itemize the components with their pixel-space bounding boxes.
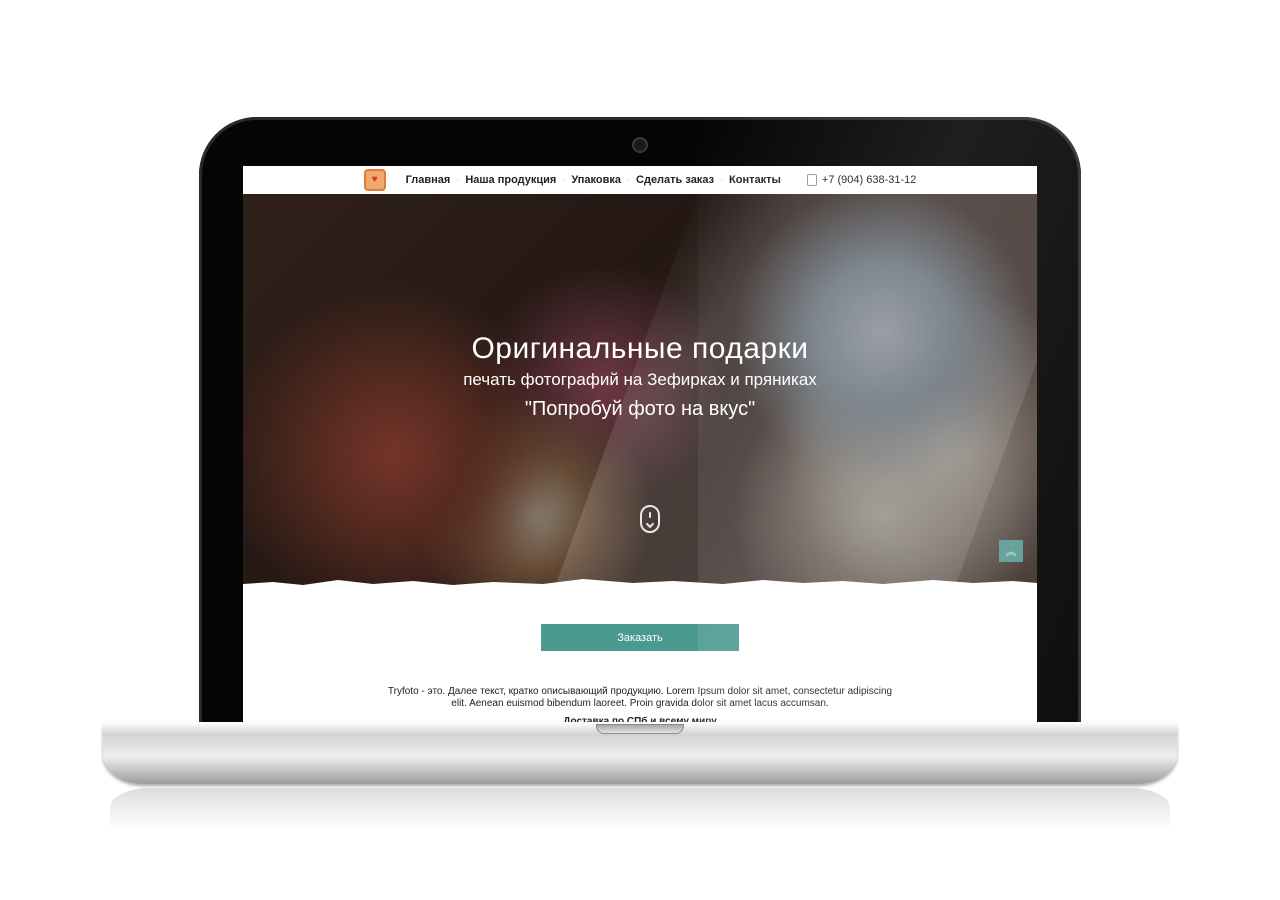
nav-item-order[interactable]: Сделать заказ [636,174,714,186]
phone-contact[interactable]: +7 (904) 638-31-12 [806,174,917,186]
phone-number: +7 (904) 638-31-12 [821,174,917,186]
intro-text: Tryfoto - это. Далее текст, кратко описы… [387,686,893,709]
heart-icon: ♥ [371,174,378,185]
hero-quote: "Попробуй фото на вкус" [524,398,756,420]
nav-item-contacts[interactable]: Контакты [729,174,781,186]
nav-item-home[interactable]: Главная [406,174,451,186]
chevron-up-icon: ︽ [1005,545,1017,558]
nav-separator: · [627,175,631,185]
nav-item-products[interactable]: Наша продукция [465,174,556,186]
hero-subtitle: печать фотографий на Зефирках и пряниках [463,370,817,389]
webcam [632,137,648,153]
nav-separator: · [562,175,566,185]
nav-separator: · [456,175,460,185]
scroll-top-button[interactable]: ︽ [999,540,1023,562]
hero-title: Оригинальные подарки [471,332,809,365]
nav-item-packaging[interactable]: Упаковка [571,174,621,186]
scroll-down-icon[interactable] [640,505,660,533]
laptop-reflection [110,788,1170,830]
nav-separator: · [720,175,724,185]
order-button[interactable]: Заказать [541,624,739,651]
brush-stroke-divider [243,579,1037,586]
site-logo[interactable]: ♥ [363,169,386,191]
hero-banner: Оригинальные подарки печать фотографий н… [243,194,1037,586]
phone-icon [806,174,817,186]
screen: ♥ Главная · Наша продукция · Упаковка · … [243,166,1037,726]
laptop-notch [596,724,684,734]
navbar: ♥ Главная · Наша продукция · Упаковка · … [243,166,1037,194]
